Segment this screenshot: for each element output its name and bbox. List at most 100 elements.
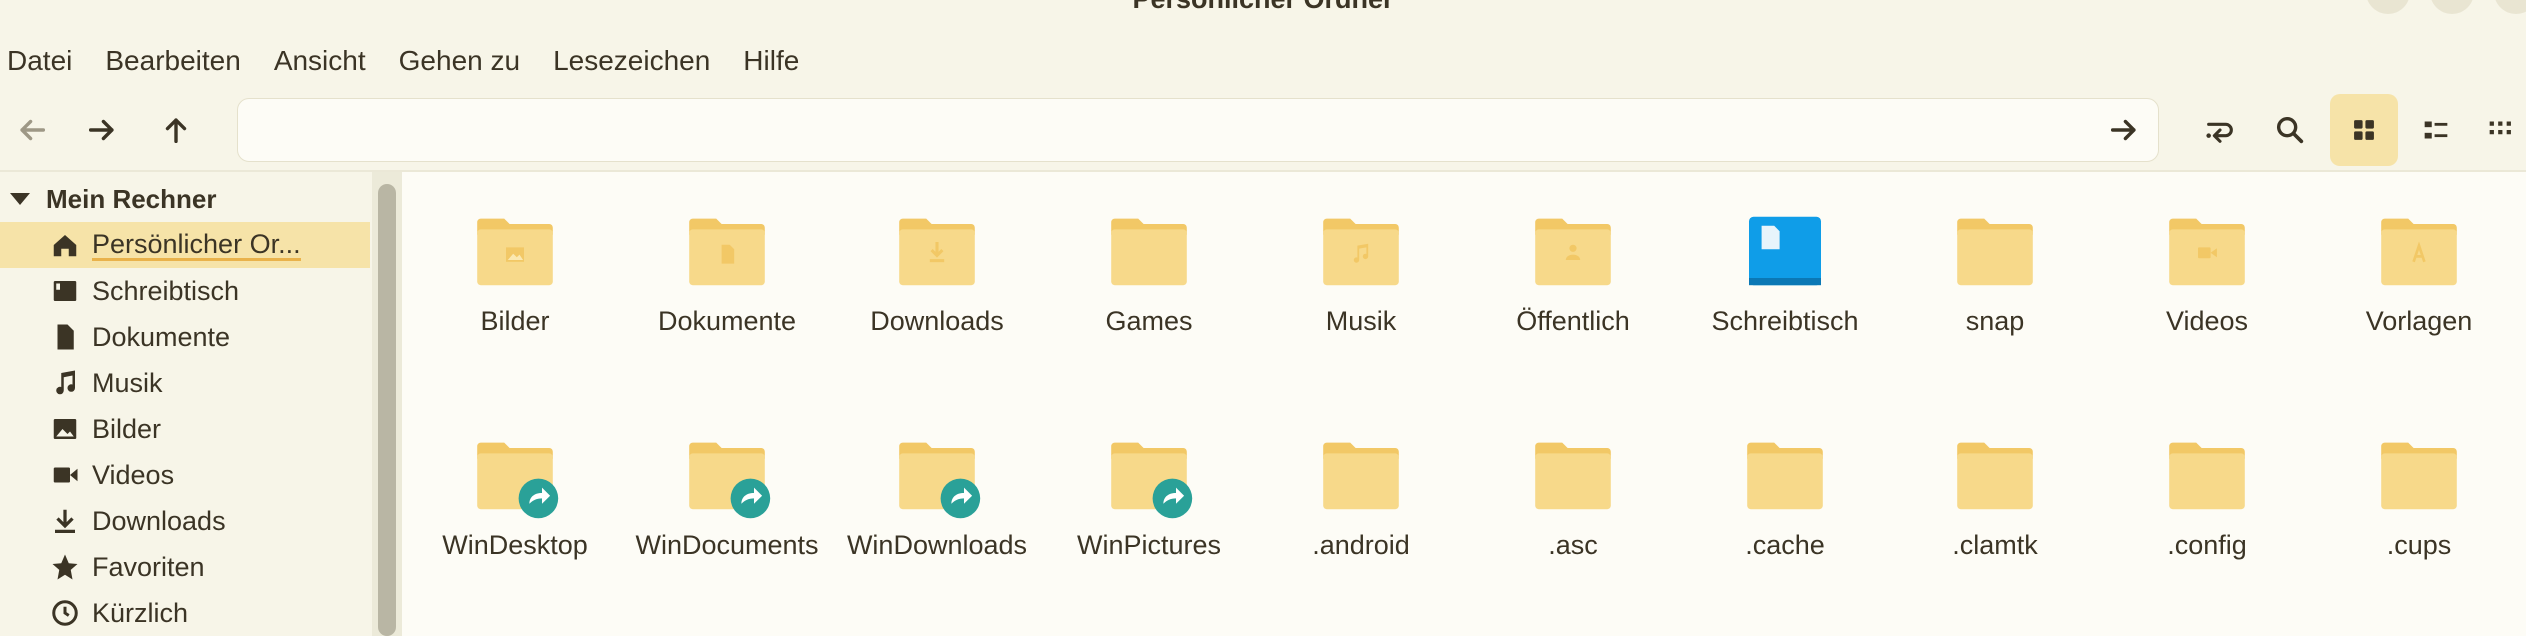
back-button[interactable] xyxy=(0,98,64,162)
file-item[interactable]: Öffentlich xyxy=(1478,206,1668,338)
window-title: Persönlicher Ordner xyxy=(0,0,2526,15)
folder-icon xyxy=(2374,430,2464,520)
folder-link-icon xyxy=(892,430,982,520)
menu-bearbeiten[interactable]: Bearbeiten xyxy=(105,38,240,84)
file-name: WinDocuments xyxy=(635,530,819,560)
file-name: Videos xyxy=(2165,306,2249,336)
image-folder-icon xyxy=(470,206,560,296)
search-button[interactable] xyxy=(2258,98,2322,162)
location-bar[interactable] xyxy=(237,98,2159,162)
file-item[interactable]: Schreibtisch xyxy=(1690,206,1880,338)
file-item[interactable]: WinDownloads xyxy=(842,430,1032,562)
expander-down-icon xyxy=(10,193,30,205)
file-name: Downloads xyxy=(870,306,1004,336)
folder-icon xyxy=(1950,430,2040,520)
folder-icon xyxy=(1104,206,1194,296)
up-button[interactable] xyxy=(144,98,208,162)
sidebar-item-music[interactable]: Musik xyxy=(0,360,370,406)
file-item[interactable]: WinDocuments xyxy=(632,430,822,562)
folder-icon xyxy=(1950,206,2040,296)
file-name: .asc xyxy=(1548,530,1598,560)
folder-icon xyxy=(2162,430,2252,520)
folder-link-icon xyxy=(682,430,772,520)
file-item[interactable]: .android xyxy=(1266,430,1456,562)
file-item[interactable]: snap xyxy=(1900,206,2090,338)
location-go-button[interactable] xyxy=(2096,99,2152,161)
file-item[interactable]: Bilder xyxy=(420,206,610,338)
download-folder-icon xyxy=(892,206,982,296)
image-icon xyxy=(48,412,82,446)
sidebar-item-home[interactable]: Persönlicher Or... xyxy=(0,222,370,268)
sidebar-item-label: Bilder xyxy=(92,413,162,444)
file-name: .android xyxy=(1312,530,1410,560)
home-icon xyxy=(48,228,82,262)
toggle-location-button[interactable] xyxy=(2188,98,2252,162)
file-item[interactable]: Games xyxy=(1054,206,1244,338)
file-item[interactable]: WinPictures xyxy=(1054,430,1244,562)
file-item[interactable]: Videos xyxy=(2112,206,2302,338)
list-view-button[interactable] xyxy=(2404,98,2468,162)
file-item[interactable]: WinDesktop xyxy=(420,430,610,562)
sidebar-item-clock[interactable]: Kürzlich xyxy=(0,590,370,636)
titlebar: Persönlicher Ordner – ⌐ × xyxy=(0,0,2526,22)
arrow-right-icon xyxy=(2110,119,2136,141)
music-icon xyxy=(48,366,82,400)
video-folder-icon xyxy=(2162,206,2252,296)
file-name: Öffentlich xyxy=(1516,306,1630,336)
menu-datei[interactable]: Datei xyxy=(7,38,72,84)
file-item[interactable]: Downloads xyxy=(842,206,1032,338)
sidebar-item-label: Favoriten xyxy=(92,551,205,582)
sidebar-item-label: Schreibtisch xyxy=(92,275,240,306)
file-item[interactable]: .cache xyxy=(1690,430,1880,562)
sidebar-item-star[interactable]: Favoriten xyxy=(0,544,370,590)
file-name: WinDownloads xyxy=(846,530,1028,560)
file-item[interactable]: Musik xyxy=(1266,206,1456,338)
menu-gehen-zu[interactable]: Gehen zu xyxy=(399,38,520,84)
sidebar-item-video[interactable]: Videos xyxy=(0,452,370,498)
file-name: Games xyxy=(1105,306,1193,336)
template-folder-icon xyxy=(2374,206,2464,296)
sidebar-item-document[interactable]: Dokumente xyxy=(0,314,370,360)
file-name: Dokumente xyxy=(657,306,797,336)
folder-icon xyxy=(1528,430,1618,520)
file-name: .cache xyxy=(1745,530,1825,560)
menubar: Datei Bearbeiten Ansicht Gehen zu Leseze… xyxy=(0,38,825,84)
download-icon xyxy=(48,504,82,538)
sidebar-scrollbar-thumb[interactable] xyxy=(378,184,396,636)
menu-lesezeichen[interactable]: Lesezeichen xyxy=(553,38,710,84)
grid-icon xyxy=(2354,120,2374,140)
sidebar-section-mein-rechner[interactable]: Mein Rechner xyxy=(0,170,370,228)
compact-view-button[interactable] xyxy=(2476,98,2526,162)
file-item[interactable]: .config xyxy=(2112,430,2302,562)
arrow-right-icon xyxy=(88,119,114,141)
sidebar-section-label: Mein Rechner xyxy=(46,183,217,214)
folder-link-icon xyxy=(1104,430,1194,520)
file-item[interactable]: .cups xyxy=(2324,430,2514,562)
menu-hilfe[interactable]: Hilfe xyxy=(743,38,799,84)
file-item[interactable]: .asc xyxy=(1478,430,1668,562)
menu-ansicht[interactable]: Ansicht xyxy=(274,38,366,84)
forward-button[interactable] xyxy=(70,98,134,162)
desktop-folder-icon xyxy=(1740,206,1830,296)
sidebar-item-image[interactable]: Bilder xyxy=(0,406,370,452)
sidebar-item-label: Dokumente xyxy=(92,321,231,352)
sidebar-item-label: Persönlicher Or... xyxy=(92,228,301,261)
file-item[interactable]: Vorlagen xyxy=(2324,206,2514,338)
arrow-left-icon xyxy=(20,119,46,141)
toggle-location-icon xyxy=(2206,122,2233,143)
file-name: .config xyxy=(2167,530,2247,560)
file-item[interactable]: Dokumente xyxy=(632,206,822,338)
document-folder-icon xyxy=(682,206,772,296)
person-folder-icon xyxy=(1528,206,1618,296)
file-name: .cups xyxy=(2386,530,2452,560)
folder-link-icon xyxy=(470,430,560,520)
sidebar-item-download[interactable]: Downloads xyxy=(0,498,370,544)
arrow-up-icon xyxy=(165,118,187,144)
file-item[interactable]: .clamtk xyxy=(1900,430,2090,562)
icon-view-button[interactable] xyxy=(2330,94,2398,166)
file-name: Bilder xyxy=(480,306,550,336)
star-icon xyxy=(48,550,82,584)
compact-grid-icon xyxy=(2489,121,2511,135)
sidebar-item-desktop[interactable]: Schreibtisch xyxy=(0,268,370,314)
folder-icon xyxy=(1316,430,1406,520)
